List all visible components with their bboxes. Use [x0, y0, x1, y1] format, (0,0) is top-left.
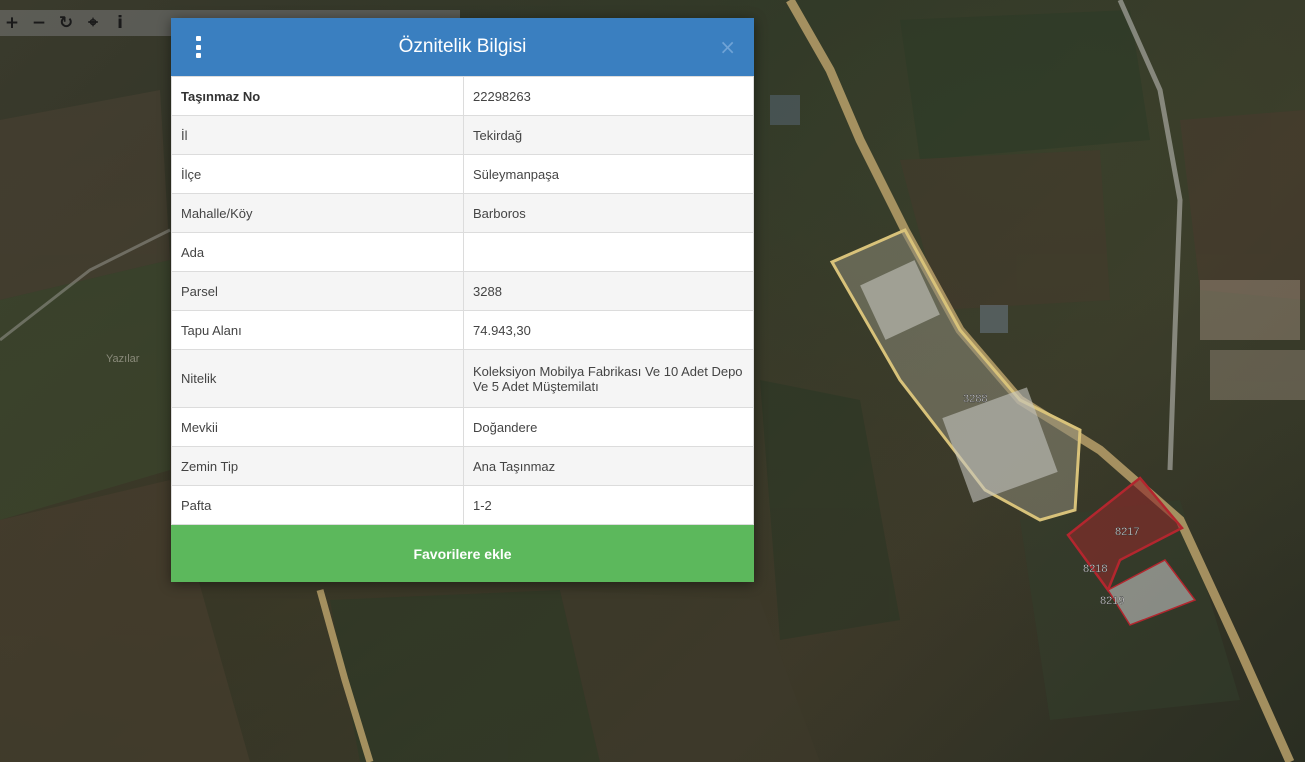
attribute-dialog: Öznitelik Bilgisi × Taşınmaz No 22298263 İ… [171, 18, 754, 582]
table-row: Zemin Tip Ana Taşınmaz [171, 446, 754, 486]
attribute-key: Taşınmaz No [171, 76, 464, 116]
kebab-menu-icon[interactable] [191, 36, 205, 58]
table-row: Ada [171, 232, 754, 272]
attribute-value: Doğandere [463, 407, 754, 447]
attribute-key: Ada [171, 232, 464, 272]
table-row: İl Tekirdağ [171, 115, 754, 155]
refresh-button[interactable]: ↻ [54, 11, 78, 35]
attribute-key: İl [171, 115, 464, 155]
parcel-label-8217: 8217 [1115, 526, 1139, 538]
attribute-value [463, 232, 754, 272]
place-label: Yazılar [106, 353, 140, 365]
table-row: Mahalle/Köy Barboros [171, 193, 754, 233]
table-row: İlçe Süleymanpaşa [171, 154, 754, 194]
table-row: Mevkii Doğandere [171, 407, 754, 447]
attribute-key: Nitelik [171, 349, 464, 408]
attribute-value: Tekirdağ [463, 115, 754, 155]
table-row: Nitelik Koleksiyon Mobilya Fabrikası Ve 1… [171, 349, 754, 408]
locate-button[interactable]: ⌖ [81, 11, 105, 35]
table-row: Taşınmaz No 22298263 [171, 76, 754, 116]
attribute-value: Ana Taşınmaz [463, 446, 754, 486]
add-favorite-button[interactable]: Favorilere ekle [171, 525, 754, 582]
attribute-value: 74.943,30 [463, 310, 754, 350]
attribute-key: Tapu Alanı [171, 310, 464, 350]
attribute-key: İlçe [171, 154, 464, 194]
attribute-value: Koleksiyon Mobilya Fabrikası Ve 10 Adet … [463, 349, 754, 408]
dialog-title: Öznitelik Bilgisi [398, 36, 527, 57]
table-row: Tapu Alanı 74.943,30 [171, 310, 754, 350]
attribute-value: Barboros [463, 193, 754, 233]
attribute-value: 3288 [463, 271, 754, 311]
attribute-value: Süleymanpaşa [463, 154, 754, 194]
attribute-key: Mahalle/Köy [171, 193, 464, 233]
attribute-value: 1-2 [463, 485, 754, 525]
info-button[interactable]: i [108, 11, 132, 35]
attribute-table: Taşınmaz No 22298263 İl Tekirdağ İlçe Süleyma… [171, 76, 754, 525]
zoom-in-button[interactable]: + [0, 11, 24, 35]
parcel-label-3288: 3288 [963, 393, 987, 405]
parcel-label-8219: 8219 [1100, 595, 1124, 607]
attribute-key: Zemin Tip [171, 446, 464, 486]
attribute-key: Mevkii [171, 407, 464, 447]
attribute-key: Parsel [171, 271, 464, 311]
table-row: Parsel 3288 [171, 271, 754, 311]
parcel-label-8218: 8218 [1083, 563, 1107, 575]
attribute-key: Pafta [171, 485, 464, 525]
table-row: Pafta 1-2 [171, 485, 754, 525]
zoom-out-button[interactable]: − [27, 11, 51, 35]
close-icon[interactable]: × [719, 35, 736, 59]
attribute-value: 22298263 [463, 76, 754, 116]
dialog-header: Öznitelik Bilgisi × [171, 18, 754, 76]
